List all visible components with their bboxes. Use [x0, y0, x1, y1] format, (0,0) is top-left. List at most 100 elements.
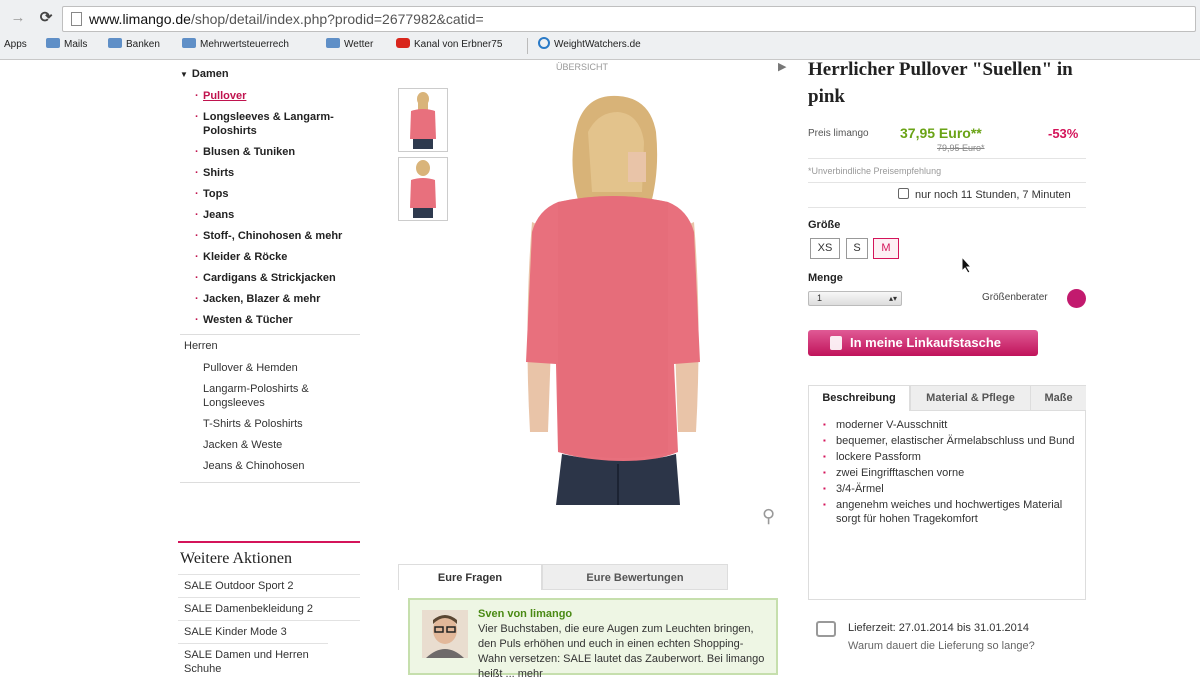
- bookmark-youtube[interactable]: Kanal von Erbner75: [396, 36, 502, 54]
- qa-text: Vier Buchstaben, die eure Augen zum Leuc…: [478, 623, 765, 680]
- category-damen[interactable]: ▼ Damen: [180, 68, 229, 80]
- zoom-icon[interactable]: ⚲: [762, 506, 775, 527]
- sidebar-item-herren-jacken[interactable]: Jacken & Weste: [203, 438, 282, 452]
- bookmark-apps[interactable]: Apps: [4, 36, 27, 54]
- delivery-time: Lieferzeit: 27.01.2014 bis 31.01.2014: [848, 622, 1030, 634]
- thumbnail-image: [410, 160, 436, 218]
- bullet-icon: ·: [195, 90, 199, 102]
- tab-material[interactable]: Material & Pflege: [910, 386, 1030, 411]
- tab-questions[interactable]: Eure Fragen: [398, 564, 542, 590]
- divider: [808, 158, 1086, 159]
- sidebar-item-stoffhosen[interactable]: · Stoff-, Chinohosen & mehr: [195, 229, 343, 243]
- promotion-link[interactable]: SALE Damenbekleidung 2: [178, 597, 360, 620]
- address-bar[interactable]: www.limango.de/shop/detail/index.php?pro…: [62, 6, 1196, 32]
- add-to-cart-button[interactable]: In meine Linkaufstasche: [808, 330, 1038, 356]
- product-image[interactable]: [518, 92, 708, 507]
- sidebar-item-label: Shirts: [203, 167, 235, 179]
- browser-chrome: → ⟳ www.limango.de/shop/detail/index.php…: [0, 0, 1200, 60]
- countdown-text: nur noch 11 Stunden, 7 Minuten: [915, 189, 1071, 201]
- description-box: Beschreibung Material & Pflege Maße mode…: [808, 385, 1086, 600]
- list-item: 3/4-Ärmel: [823, 482, 1081, 496]
- bookmark-mwst[interactable]: Mehrwertsteuerrech: [182, 36, 289, 54]
- bookmark-divider: [527, 38, 528, 54]
- bullet-icon: ·: [195, 230, 199, 242]
- promotion-link[interactable]: SALE Outdoor Sport 2: [178, 574, 360, 597]
- divider: [808, 207, 1086, 208]
- sidebar-item-herren-tshirts[interactable]: T-Shirts & Poloshirts: [203, 417, 303, 431]
- bullet-icon: ·: [195, 167, 199, 179]
- list-item: angenehm weiches und hochwertiges Materi…: [823, 498, 1081, 526]
- bookmark-label: Banken: [126, 39, 160, 50]
- quantity-value: 1: [817, 293, 823, 303]
- bullet-icon: ·: [195, 314, 199, 326]
- sidebar-item-jeans[interactable]: · Jeans: [195, 208, 235, 222]
- forward-icon[interactable]: →: [8, 8, 28, 28]
- sidebar-item-blusen[interactable]: · Blusen & Tuniken: [195, 145, 295, 159]
- bookmark-label: Mails: [64, 39, 88, 50]
- sidebar-item-label: Tops: [203, 188, 229, 200]
- promotion-link[interactable]: SALE Damen und Herren Schuhe: [178, 643, 328, 680]
- bullet-icon: ·: [195, 272, 199, 284]
- url-domain: www.limango.de: [89, 11, 191, 27]
- thumbnail-front[interactable]: [398, 88, 448, 152]
- bookmark-mails[interactable]: Mails: [46, 36, 87, 54]
- bullet-icon: ·: [195, 209, 199, 221]
- page-icon: [71, 12, 82, 26]
- countdown: nur noch 11 Stunden, 7 Minuten: [898, 188, 1071, 201]
- bullet-icon: ·: [195, 111, 199, 123]
- sidebar-item-herren-jeans[interactable]: Jeans & Chinohosen: [203, 459, 305, 473]
- sidebar-item-jacken[interactable]: · Jacken, Blazer & mehr: [195, 292, 320, 306]
- sidebar-item-pullover[interactable]: · Pullover: [195, 89, 246, 103]
- sidebar-item-kleider[interactable]: · Kleider & Röcke: [195, 250, 288, 264]
- sidebar-item-herren-langarm[interactable]: Langarm-Poloshirts & Longsleeves: [203, 382, 333, 410]
- sidebar-item-label: Jeans: [203, 209, 235, 221]
- divider: [180, 334, 360, 335]
- nav-row: → ⟳ www.limango.de/shop/detail/index.php…: [0, 4, 1200, 32]
- size-option-m[interactable]: M: [873, 238, 899, 259]
- shopping-bag-icon: [830, 336, 842, 350]
- overview-label[interactable]: ÜBERSICHT: [556, 62, 608, 72]
- weightwatchers-icon: [538, 37, 550, 50]
- price-label: Preis limango: [808, 128, 869, 139]
- bookmarks-bar: Apps Mails Banken Mehrwertsteuerrech Wet…: [0, 34, 1200, 56]
- list-item: moderner V-Ausschnitt: [823, 418, 1081, 432]
- reload-icon[interactable]: ⟳: [36, 8, 56, 28]
- sidebar-item-tops[interactable]: · Tops: [195, 187, 229, 201]
- triangle-down-icon: ▼: [180, 70, 188, 79]
- sidebar-item-cardigans[interactable]: · Cardigans & Strickjacken: [195, 271, 336, 285]
- quantity-select[interactable]: 1 ▴▾: [808, 291, 902, 306]
- bookmark-wetter[interactable]: Wetter: [326, 36, 373, 54]
- bookmark-banken[interactable]: Banken: [108, 36, 160, 54]
- delivery-info-link[interactable]: Warum dauert die Lieferung so lange?: [848, 640, 1035, 652]
- uvp-note: *Unverbindliche Preisempfehlung: [808, 166, 942, 176]
- sidebar-item-label: Cardigans & Strickjacken: [203, 272, 336, 284]
- section-title: Weitere Aktionen: [180, 550, 293, 567]
- sidebar-item-shirts[interactable]: · Shirts: [195, 166, 235, 180]
- bullet-icon: ·: [195, 293, 199, 305]
- tab-dimensions[interactable]: Maße: [1030, 386, 1086, 411]
- size-advisor-icon[interactable]: [1067, 289, 1086, 308]
- bookmark-weightwatchers[interactable]: WeightWatchers.de: [538, 36, 641, 54]
- promotion-link[interactable]: SALE Kinder Mode 3: [178, 620, 360, 643]
- size-option-xs[interactable]: XS: [810, 238, 840, 259]
- youtube-icon: [396, 38, 410, 49]
- sidebar-item-label: Kleider & Röcke: [203, 251, 288, 263]
- sidebar-item-label: Stoff-, Chinohosen & mehr: [203, 230, 343, 242]
- price: 37,95 Euro**: [900, 125, 982, 141]
- clock-icon: [898, 188, 909, 199]
- tab-reviews[interactable]: Eure Bewertungen: [542, 564, 728, 590]
- sidebar-item-longsleeves[interactable]: · Longsleeves & Langarm-Poloshirts: [195, 110, 353, 138]
- more-promotions: Weitere Aktionen SALE Outdoor Sport 2 SA…: [178, 541, 360, 680]
- bullet-icon: ·: [195, 146, 199, 158]
- qa-section: Eure Fragen Eure Bewertungen Sven von li…: [398, 564, 788, 680]
- thumbnail-back[interactable]: [398, 157, 448, 221]
- list-item: lockere Passform: [823, 450, 1081, 464]
- size-option-s[interactable]: S: [846, 238, 868, 259]
- tab-description[interactable]: Beschreibung: [809, 386, 910, 411]
- bullet-icon: ·: [195, 188, 199, 200]
- category-herren[interactable]: Herren: [184, 340, 218, 352]
- play-icon[interactable]: ▶: [778, 60, 786, 73]
- sidebar-item-herren-pullover[interactable]: Pullover & Hemden: [203, 361, 298, 375]
- size-advisor-link[interactable]: Größenberater: [982, 292, 1048, 303]
- sidebar-item-westen[interactable]: · Westen & Tücher: [195, 313, 293, 327]
